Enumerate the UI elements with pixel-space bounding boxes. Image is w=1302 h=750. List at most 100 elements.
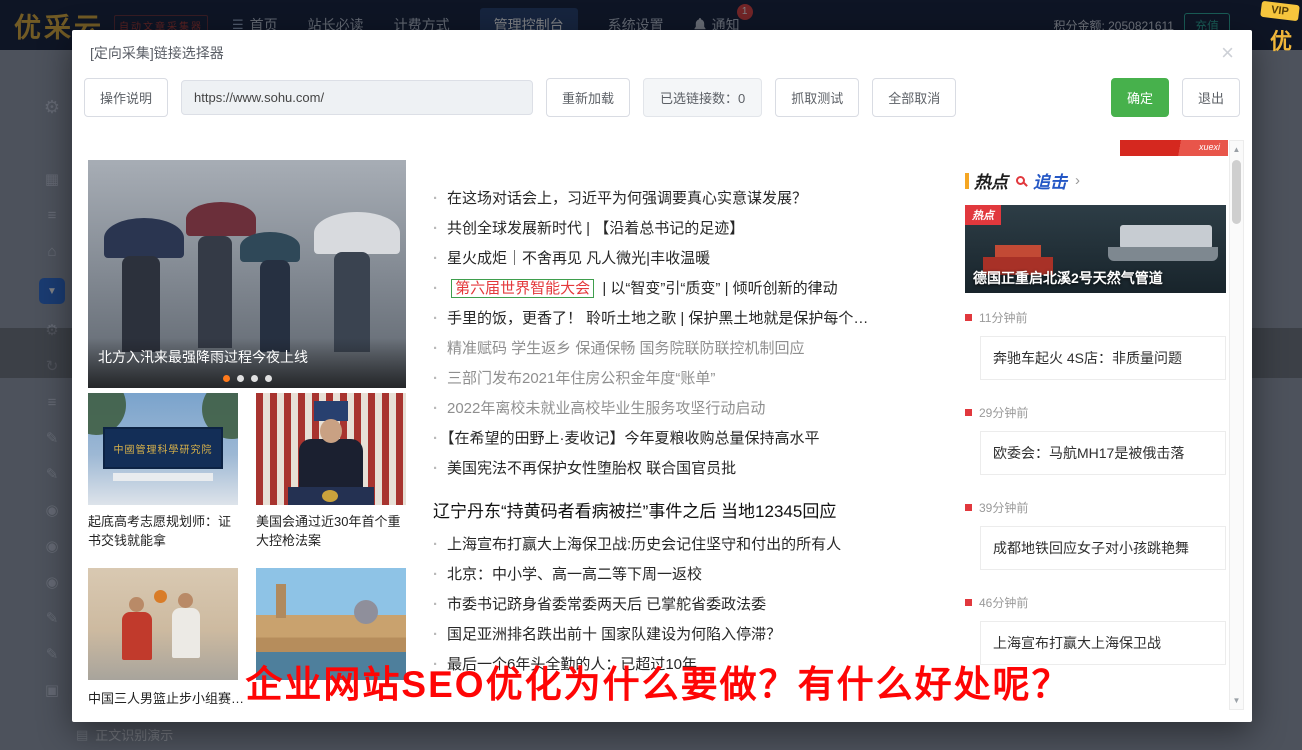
news-headline[interactable]: 精准赋码 学生返乡 保通保畅 国务院联防联控机制回应: [433, 334, 957, 364]
carousel-dot[interactable]: [236, 375, 244, 382]
selected-links-count: 已选链接数：0: [643, 77, 763, 117]
news-photo-congress[interactable]: [256, 393, 406, 505]
carousel-dot[interactable]: [222, 375, 230, 382]
promo-banner-image[interactable]: xuexi: [1120, 140, 1228, 156]
news-headline[interactable]: 三部门发布2021年住房公积金年度“账单”: [433, 364, 957, 394]
basketball-shape: [154, 590, 167, 603]
carousel-dot[interactable]: [250, 375, 258, 382]
scroll-up-icon[interactable]: ▲: [1233, 141, 1241, 158]
hot-item-title[interactable]: 欧委会：马航MH17是被俄击落: [980, 431, 1226, 475]
news-headline[interactable]: 星火成炬｜不舍再见 凡人微光|丰收温暖: [433, 244, 957, 274]
umbrella-shape: [240, 232, 300, 262]
bullet-square-icon: [965, 409, 972, 416]
news-headline[interactable]: 手里的饭，更香了！ 聆听土地之歌 | 保护黑土地就是保护每个…: [433, 304, 957, 334]
container-shape: [995, 245, 1041, 257]
umbrella-shape: [104, 218, 184, 258]
scroll-down-icon[interactable]: ▼: [1233, 692, 1241, 709]
scrollbar[interactable]: ▲ ▼: [1229, 140, 1244, 710]
screen: 优采云 自动文章采集器 ☰ 首页 站长必读 计费方式 管理控制台 系统设置 通知: [0, 0, 1302, 750]
tower-shape: [276, 584, 286, 618]
academy-plaque: 中國管理科學研究院: [103, 427, 223, 469]
hot-item-time: 46分钟前: [979, 596, 1029, 610]
hot-item-title[interactable]: 奔驰车起火 4S店：非质量问题: [980, 336, 1226, 380]
speaker-shape: [299, 439, 363, 489]
selected-link-highlight[interactable]: 第六届世界智能大会: [451, 279, 595, 298]
coin-logo-badge: 优: [1269, 29, 1292, 55]
hot-item-time-row: 46分钟前: [965, 594, 1226, 611]
news-headline[interactable]: 共创全球发展新时代 | 【沿着总书记的足迹】: [433, 214, 957, 244]
news-headline[interactable]: 上海宣布打赢大上海保卫战:历史会记住坚守和付出的所有人: [433, 530, 957, 560]
news-photo-basketball[interactable]: [88, 568, 238, 680]
carousel-dot[interactable]: [264, 375, 272, 382]
flag-union-shape: [314, 401, 348, 421]
embedded-webpage: xuexi 北方入汛来最强降雨过程今夜上线 中國管理科學研究院 起底高考志愿规划…: [88, 140, 1228, 710]
hot-news-panel: 热点 追击 › 热点 德国正重启北溪2号天然气管道 11分钟前 奔驰车起火 4S…: [965, 168, 1226, 689]
bullet-square-icon: [965, 314, 972, 321]
headline-rest: | 以“智变”引“质变” | 倾听创新的律动: [598, 280, 838, 297]
scrollbar-thumb[interactable]: [1232, 160, 1241, 224]
news-headline[interactable]: 国足亚洲排名跌出前十 国家队建设为何陷入停滞？: [433, 620, 957, 650]
player-shape: [122, 612, 152, 660]
hot-item-time-row: 29分钟前: [965, 404, 1226, 421]
hot-item[interactable]: 39分钟前 成都地铁回应女子对小孩跳艳舞: [965, 499, 1226, 570]
news-headline[interactable]: 2022年离校未就业高校毕业生服务攻坚行动启动: [433, 394, 957, 424]
ship-hull-shape: [1108, 247, 1218, 261]
hot-badge: 热点: [965, 205, 1001, 225]
hot-lead-caption: 德国正重启北溪2号天然气管道: [973, 270, 1163, 286]
news-photo-academy[interactable]: 中國管理科學研究院: [88, 393, 238, 505]
modal-title: [定向采集]链接选择器: [90, 45, 224, 61]
umbrella-shape: [186, 202, 256, 236]
news-headline[interactable]: 【在希望的田野上·麦收记】今年夏粮收购总量保持高水平: [433, 424, 957, 454]
news-headline-lead[interactable]: 辽宁丹东“持黄码者看病被拦”事件之后 当地12345回应: [433, 494, 957, 530]
chevron-right-icon: ›: [1075, 172, 1080, 189]
news-headline-selected[interactable]: 第六届世界智能大会 | 以“智变”引“质变” | 倾听创新的律动: [433, 274, 957, 304]
news-headline[interactable]: 在这场对话会上，习近平为何强调要真心实意谋发展？: [433, 184, 957, 214]
close-icon[interactable]: ×: [1221, 42, 1234, 64]
hot-lead-image[interactable]: 热点 德国正重启北溪2号天然气管道: [965, 205, 1226, 293]
hot-item-time: 11分钟前: [979, 311, 1028, 325]
news-headline[interactable]: 美国宪法不再保护女性堕胎权 联合国官员批: [433, 454, 957, 484]
hot-item-list: 11分钟前 奔驰车起火 4S店：非质量问题 29分钟前 欧委会：马航MH17是被…: [965, 309, 1226, 665]
modal-header: [定向采集]链接选择器 ×: [72, 30, 1252, 76]
hot-item-time-row: 11分钟前: [965, 309, 1226, 326]
crawl-test-button[interactable]: 抓取测试: [775, 77, 860, 117]
carousel-dots: [88, 375, 406, 382]
hot-title: 热点: [974, 173, 1008, 192]
hot-panel-header[interactable]: 热点 追击 ›: [965, 168, 1226, 193]
photo-caption[interactable]: 美国会通过近30年首个重大控枪法案: [256, 512, 406, 550]
speaker-head-shape: [320, 419, 342, 443]
person-shape: [198, 236, 232, 348]
player-head-shape: [178, 593, 193, 608]
exit-button[interactable]: 退出: [1181, 77, 1240, 117]
person-shape: [334, 252, 370, 352]
plaque-base-shape: [113, 473, 213, 481]
seal-shape: [322, 490, 338, 502]
modal-toolbar: 操作说明 重新加载 已选链接数：0 抓取测试 全部取消 确定 退出: [72, 76, 1252, 118]
accent-bar: [965, 172, 969, 189]
hot-item[interactable]: 29分钟前 欧委会：马航MH17是被俄击落: [965, 404, 1226, 475]
reload-button[interactable]: 重新加载: [546, 77, 631, 117]
cancel-all-button[interactable]: 全部取消: [872, 77, 957, 117]
seo-overlay-text: 企业网站SEO优化为什么要做？有什么好处呢？: [245, 664, 1071, 705]
umbrella-shape: [314, 212, 400, 254]
carousel-main-image[interactable]: 北方入汛来最强降雨过程今夜上线: [88, 160, 406, 388]
hot-item[interactable]: 11分钟前 奔驰车起火 4S店：非质量问题: [965, 309, 1226, 380]
hot-item-time-row: 39分钟前: [965, 499, 1226, 516]
dome-shape: [354, 600, 378, 624]
bullet-square-icon: [965, 504, 972, 511]
player-head-shape: [129, 597, 144, 612]
news-headline[interactable]: 北京：中小学、高一高二等下周一返校: [433, 560, 957, 590]
confirm-button[interactable]: 确定: [1110, 77, 1169, 117]
hot-item-title[interactable]: 成都地铁回应女子对小孩跳艳舞: [980, 526, 1226, 570]
hot-item-time: 39分钟前: [979, 501, 1029, 515]
headline-list: 在这场对话会上，习近平为何强调要真心实意谋发展？ 共创全球发展新时代 | 【沿着…: [433, 184, 957, 680]
news-headline[interactable]: 市委书记跻身省委常委两天后 已掌舵省委政法委: [433, 590, 957, 620]
player-shape: [172, 608, 200, 658]
help-button[interactable]: 操作说明: [84, 77, 169, 117]
hot-item-time: 29分钟前: [979, 406, 1029, 420]
url-input[interactable]: [181, 79, 534, 115]
photo-caption[interactable]: 起底高考志愿规划师：证书交钱就能拿: [88, 512, 238, 550]
ship-shape: [1120, 225, 1212, 249]
magnifier-icon: [1016, 176, 1025, 185]
bullet-square-icon: [965, 599, 972, 606]
